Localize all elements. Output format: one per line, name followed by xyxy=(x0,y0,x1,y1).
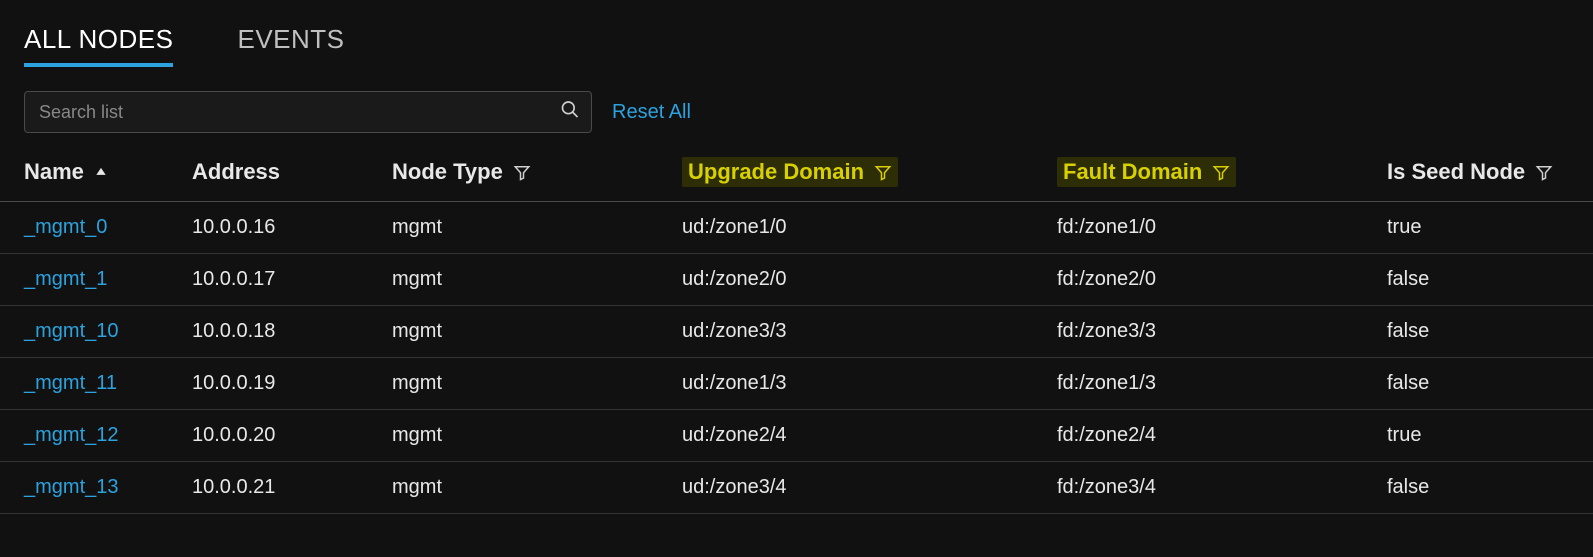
table-row: _mgmt_13 10.0.0.21 mgmt ud:/zone3/4 fd:/… xyxy=(0,462,1593,514)
cell-upgrade-domain: ud:/zone1/3 xyxy=(670,358,1045,410)
cell-address: 10.0.0.21 xyxy=(180,462,380,514)
cell-fault-domain: fd:/zone3/3 xyxy=(1045,306,1375,358)
table-row: _mgmt_1 10.0.0.17 mgmt ud:/zone2/0 fd:/z… xyxy=(0,254,1593,306)
table-row: _mgmt_10 10.0.0.18 mgmt ud:/zone3/3 fd:/… xyxy=(0,306,1593,358)
cell-address: 10.0.0.19 xyxy=(180,358,380,410)
table-row: _mgmt_12 10.0.0.20 mgmt ud:/zone2/4 fd:/… xyxy=(0,410,1593,462)
node-name-link[interactable]: _mgmt_11 xyxy=(24,372,117,394)
node-name-link[interactable]: _mgmt_0 xyxy=(24,216,107,238)
tab-events[interactable]: EVENTS xyxy=(237,24,344,67)
col-header-fault-domain[interactable]: Fault Domain xyxy=(1045,149,1375,202)
cell-is-seed-node: false xyxy=(1375,306,1593,358)
node-name-link[interactable]: _mgmt_12 xyxy=(24,424,119,446)
cell-fault-domain: fd:/zone1/0 xyxy=(1045,202,1375,254)
col-header-name[interactable]: Name xyxy=(0,149,180,202)
search-wrap xyxy=(24,91,592,133)
cell-node-type: mgmt xyxy=(380,254,670,306)
col-header-node-type[interactable]: Node Type xyxy=(380,149,670,202)
cell-address: 10.0.0.17 xyxy=(180,254,380,306)
table-header-row: Name Address Node Type xyxy=(0,149,1593,202)
cell-fault-domain: fd:/zone2/4 xyxy=(1045,410,1375,462)
col-label: Address xyxy=(192,159,280,185)
cell-upgrade-domain: ud:/zone2/4 xyxy=(670,410,1045,462)
cell-fault-domain: fd:/zone1/3 xyxy=(1045,358,1375,410)
nodes-table: Name Address Node Type xyxy=(0,149,1593,514)
filter-icon[interactable] xyxy=(513,163,531,181)
cell-fault-domain: fd:/zone3/4 xyxy=(1045,462,1375,514)
cell-is-seed-node: false xyxy=(1375,254,1593,306)
reset-all-link[interactable]: Reset All xyxy=(612,101,691,124)
cell-is-seed-node: true xyxy=(1375,410,1593,462)
tab-all-nodes[interactable]: ALL NODES xyxy=(24,24,173,67)
cell-address: 10.0.0.16 xyxy=(180,202,380,254)
cell-is-seed-node: true xyxy=(1375,202,1593,254)
cell-node-type: mgmt xyxy=(380,202,670,254)
node-name-link[interactable]: _mgmt_10 xyxy=(24,320,119,342)
cell-node-type: mgmt xyxy=(380,462,670,514)
toolbar: Reset All xyxy=(0,67,1593,149)
sort-asc-icon xyxy=(94,165,108,179)
cell-is-seed-node: false xyxy=(1375,462,1593,514)
col-header-address[interactable]: Address xyxy=(180,149,380,202)
cell-address: 10.0.0.20 xyxy=(180,410,380,462)
col-label: Node Type xyxy=(392,159,503,185)
col-header-upgrade-domain[interactable]: Upgrade Domain xyxy=(670,149,1045,202)
filter-icon[interactable] xyxy=(1535,163,1553,181)
filter-icon[interactable] xyxy=(874,163,892,181)
table-row: _mgmt_11 10.0.0.19 mgmt ud:/zone1/3 fd:/… xyxy=(0,358,1593,410)
cell-address: 10.0.0.18 xyxy=(180,306,380,358)
tab-bar: ALL NODES EVENTS xyxy=(0,0,1593,67)
col-label: Upgrade Domain xyxy=(688,159,864,185)
cell-node-type: mgmt xyxy=(380,306,670,358)
cell-node-type: mgmt xyxy=(380,410,670,462)
table-row: _mgmt_0 10.0.0.16 mgmt ud:/zone1/0 fd:/z… xyxy=(0,202,1593,254)
col-label: Fault Domain xyxy=(1063,159,1202,185)
cell-is-seed-node: false xyxy=(1375,358,1593,410)
cell-node-type: mgmt xyxy=(380,358,670,410)
cell-upgrade-domain: ud:/zone2/0 xyxy=(670,254,1045,306)
cell-upgrade-domain: ud:/zone3/4 xyxy=(670,462,1045,514)
col-header-is-seed-node[interactable]: Is Seed Node xyxy=(1375,149,1593,202)
cell-fault-domain: fd:/zone2/0 xyxy=(1045,254,1375,306)
search-input[interactable] xyxy=(24,91,592,133)
filter-icon[interactable] xyxy=(1212,163,1230,181)
node-name-link[interactable]: _mgmt_13 xyxy=(24,476,119,498)
col-label: Is Seed Node xyxy=(1387,159,1525,185)
col-label: Name xyxy=(24,159,84,185)
table-body: _mgmt_0 10.0.0.16 mgmt ud:/zone1/0 fd:/z… xyxy=(0,202,1593,514)
cell-upgrade-domain: ud:/zone3/3 xyxy=(670,306,1045,358)
node-name-link[interactable]: _mgmt_1 xyxy=(24,268,107,290)
cell-upgrade-domain: ud:/zone1/0 xyxy=(670,202,1045,254)
